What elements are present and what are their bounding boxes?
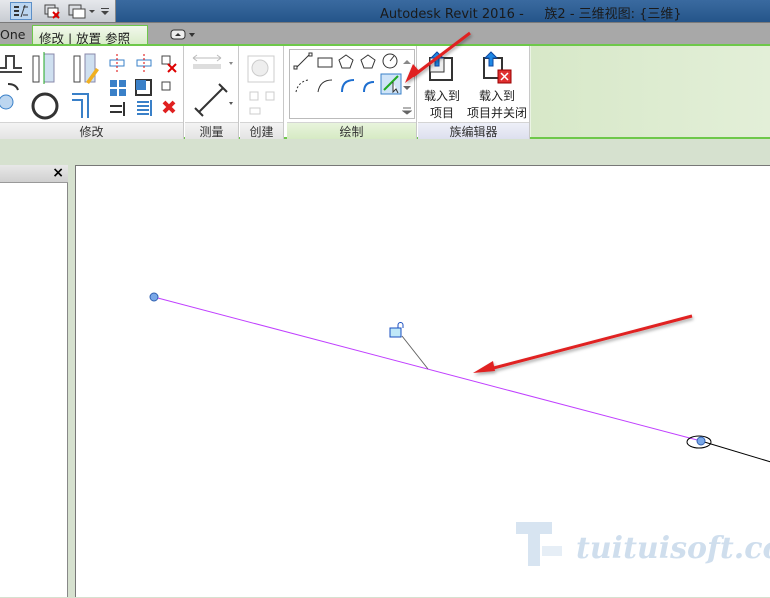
close-panel-button[interactable]: × [52,165,64,181]
dropdown-icon [101,8,109,15]
lock-leader [401,335,429,370]
canvas-graphics: tuituisoft.com [149,292,770,566]
thin-lines-button[interactable] [10,2,32,20]
cursor-point [696,436,706,446]
ribbon: 修改 测量 创建 绘制 载入到 项目 载入到 项目并关闭 族编辑器 [0,44,770,139]
ribbon-tabs: One 修改 | 放置 参照线 [0,22,770,65]
lock-icon [389,322,404,338]
customize-qat-button[interactable] [98,2,112,20]
panel-header: × [0,165,68,183]
quick-access-toolbar [0,0,116,22]
load-and-close-icon [483,51,512,84]
project-browser-panel: × [0,165,68,597]
minimize-ribbon-button[interactable] [170,29,196,41]
thin-lines-icon [14,4,28,18]
create-icons [247,55,275,115]
panel-create: 创建 [240,46,284,139]
modify-tools-icons [0,52,177,120]
watermark-text: tuituisoft.com [576,531,770,566]
panel-label-measure: 测量 [185,122,238,139]
drawing-canvas[interactable]: tuituisoft.com [75,165,770,597]
window-title: Autodesk Revit 2016 - 族2 - 三维视图: {三维} [380,7,682,22]
panel-measure: 测量 [185,46,239,139]
panel-label-family-editor: 族编辑器 [418,122,529,139]
switch-windows-icon [68,4,95,19]
panel-label-create: 创建 [240,122,283,139]
minimize-ribbon-icon [170,29,195,40]
panel-label-modify: 修改 [0,122,183,139]
close-windows-icon [44,4,60,19]
watermark-logo [516,522,562,566]
annotation-arrow-canvas [473,314,693,373]
measure-icons[interactable] [189,52,237,122]
switch-windows-button[interactable] [66,2,96,20]
panel-label-draw: 绘制 [287,122,416,139]
tab-modify-place-reference-line[interactable]: 修改 | 放置 参照线 [32,25,148,65]
annotation-arrow-ribbon [405,31,471,83]
panel-modify: 修改 [0,46,184,139]
load-into-project-label-2: 项目 [429,106,454,120]
load-and-close-label-2: 项目并关闭 [466,106,527,120]
line-start-point [149,292,159,302]
close-hidden-windows-button[interactable] [42,2,62,20]
rubber-band-line [700,440,770,463]
tab-one[interactable]: One [0,25,31,45]
